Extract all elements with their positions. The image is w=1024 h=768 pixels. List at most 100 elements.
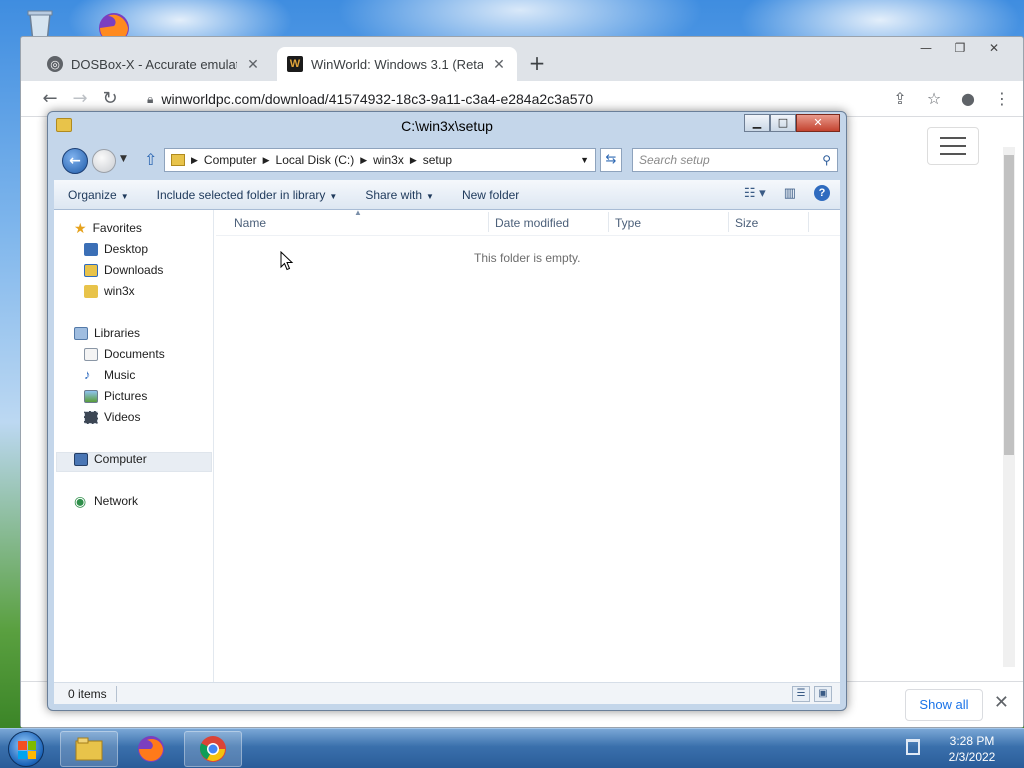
back-arrow-icon[interactable]: ← <box>35 88 65 109</box>
taskbar-firefox-button[interactable] <box>122 731 180 767</box>
chrome-icon <box>199 736 226 762</box>
column-date-modified[interactable]: Date modified <box>495 216 569 230</box>
back-button[interactable]: ← <box>62 148 88 174</box>
winworld-logo-icon: W <box>287 56 303 72</box>
view-controls: ☷ ▾ ▥ ? <box>744 185 830 201</box>
chevron-right-icon[interactable]: ▶ <box>191 155 198 166</box>
change-view-icon[interactable]: ☷ ▾ <box>744 185 766 201</box>
close-button[interactable]: ✕ <box>796 114 840 132</box>
new-folder-label: New folder <box>461 187 520 202</box>
start-button[interactable] <box>8 731 44 767</box>
organize-button[interactable]: Organize ▼ <box>54 188 143 202</box>
nav-pictures[interactable]: Pictures <box>84 386 147 406</box>
chevron-down-icon: ▼ <box>426 191 434 201</box>
explorer-folder-icon <box>75 737 103 761</box>
column-headers: Name ▲ Date modified Type Size <box>216 208 840 236</box>
star-icon: ★ <box>74 220 87 236</box>
new-tab-button[interactable]: + <box>525 51 549 75</box>
search-input[interactable]: Search setup ⚲ <box>632 148 838 172</box>
nav-label: win3x <box>104 284 135 298</box>
details-view-icon[interactable]: ☰ <box>792 686 810 702</box>
status-view-buttons: ☰ ▣ <box>792 686 832 702</box>
column-size[interactable]: Size <box>735 216 758 230</box>
nav-network[interactable]: ◉ Network <box>74 491 138 511</box>
recent-pages-dropdown-icon[interactable]: ▼ <box>120 154 127 164</box>
navigation-bar: ← ▼ ⇧ ▶ Computer ▶ Local Disk (C:) ▶ win… <box>54 146 840 176</box>
show-all-button[interactable]: Show all <box>905 689 983 721</box>
close-shelf-icon[interactable]: ✕ <box>994 692 1009 713</box>
nav-label: Music <box>104 368 136 382</box>
close-tab-icon[interactable]: ✕ <box>491 56 507 73</box>
tab-winworld[interactable]: W WinWorld: Windows 3.1 (Retail) : ✕ <box>277 47 517 81</box>
organize-label: Organize <box>68 187 117 202</box>
taskbar-chrome-button[interactable] <box>184 731 242 767</box>
search-icon[interactable]: ⚲ <box>822 149 831 171</box>
taskbar-explorer-button[interactable] <box>60 731 118 767</box>
computer-icon <box>74 452 88 466</box>
nav-music[interactable]: ♪ Music <box>84 365 135 385</box>
share-with-label: Share with <box>365 187 423 202</box>
clock-time: 3:28 PM <box>949 734 995 748</box>
tab-title: WinWorld: Windows 3.1 (Retail) : <box>311 56 483 72</box>
url-text: winworldpc.com/download/41574932-18c3-9a… <box>161 91 594 107</box>
close-icon[interactable]: ✕ <box>979 41 1009 55</box>
address-bar[interactable]: 🔒︎ winworldpc.com/download/41574932-18c3… <box>141 85 881 113</box>
command-bar: Organize ▼ Include selected folder in lib… <box>54 180 840 210</box>
refresh-button[interactable]: ⇆ <box>600 148 622 172</box>
large-icons-view-icon[interactable]: ▣ <box>814 686 832 702</box>
chevron-down-icon[interactable]: ▼ <box>580 155 589 165</box>
share-icon[interactable]: ⇪ <box>889 85 911 113</box>
profile-avatar-icon[interactable]: ● <box>957 85 979 113</box>
search-placeholder: Search setup <box>639 153 710 167</box>
nav-favorites[interactable]: ★ Favorites <box>74 218 142 238</box>
navigation-pane: ★ Favorites Desktop Downloads win3x Libr… <box>54 210 214 682</box>
reload-icon[interactable]: ↻ <box>95 88 125 109</box>
close-tab-icon[interactable]: ✕ <box>245 56 261 73</box>
desktop-icon <box>84 242 98 256</box>
empty-folder-message: This folder is empty. <box>474 251 581 265</box>
bookmark-star-icon[interactable]: ☆ <box>923 85 945 113</box>
new-folder-button[interactable]: New folder <box>448 188 533 202</box>
nav-label: Computer <box>94 452 147 466</box>
explorer-address-bar[interactable]: ▶ Computer ▶ Local Disk (C:) ▶ win3x ▶ s… <box>164 148 596 172</box>
breadcrumb-setup[interactable]: setup <box>423 153 452 167</box>
maximize-icon[interactable]: ❐ <box>945 41 975 55</box>
minimize-button[interactable]: ▁ <box>744 114 770 132</box>
maximize-button[interactable]: □ <box>770 114 796 132</box>
breadcrumb-computer[interactable]: Computer <box>204 153 257 167</box>
nav-computer[interactable]: Computer <box>74 449 147 469</box>
minimize-icon[interactable]: — <box>911 41 941 55</box>
up-folder-icon[interactable]: ⇧ <box>144 150 157 169</box>
chevron-right-icon[interactable]: ▶ <box>263 155 270 166</box>
page-scrollbar[interactable] <box>1003 147 1015 667</box>
breadcrumb-local-disk[interactable]: Local Disk (C:) <box>276 153 355 167</box>
help-icon[interactable]: ? <box>814 185 830 201</box>
clock[interactable]: 3:28 PM 2/3/2022 <box>932 733 1012 765</box>
forward-arrow-icon[interactable]: → <box>65 88 95 109</box>
breadcrumb-win3x[interactable]: win3x <box>373 153 404 167</box>
share-with-button[interactable]: Share with ▼ <box>351 188 448 202</box>
column-type[interactable]: Type <box>615 216 641 230</box>
column-name[interactable]: Name <box>234 216 266 230</box>
globe-icon: ◎ <box>47 56 63 72</box>
downloads-folder-icon <box>84 263 98 277</box>
explorer-body: ★ Favorites Desktop Downloads win3x Libr… <box>54 208 840 682</box>
preview-pane-icon[interactable]: ▥ <box>784 185 796 201</box>
nav-desktop[interactable]: Desktop <box>84 239 148 259</box>
include-in-library-button[interactable]: Include selected folder in library ▼ <box>143 188 352 202</box>
nav-videos[interactable]: Videos <box>84 407 140 427</box>
nav-win3x[interactable]: win3x <box>84 281 135 301</box>
kebab-menu-icon[interactable]: ⋮ <box>991 85 1013 113</box>
chevron-right-icon[interactable]: ▶ <box>410 155 417 166</box>
sort-arrow-icon: ▲ <box>354 208 362 217</box>
nav-downloads[interactable]: Downloads <box>84 260 163 280</box>
chrome-window-controls: — ❐ ✕ <box>911 41 1009 55</box>
hamburger-menu-button[interactable] <box>927 127 979 165</box>
nav-libraries[interactable]: Libraries <box>74 323 140 343</box>
tab-dosbox[interactable]: ◎ DOSBox-X - Accurate emulation ✕ <box>37 47 271 81</box>
chevron-right-icon[interactable]: ▶ <box>360 155 367 166</box>
network-status-icon[interactable] <box>906 739 920 755</box>
windows-logo-icon <box>18 741 36 759</box>
forward-button[interactable] <box>92 149 116 173</box>
nav-documents[interactable]: Documents <box>84 344 165 364</box>
